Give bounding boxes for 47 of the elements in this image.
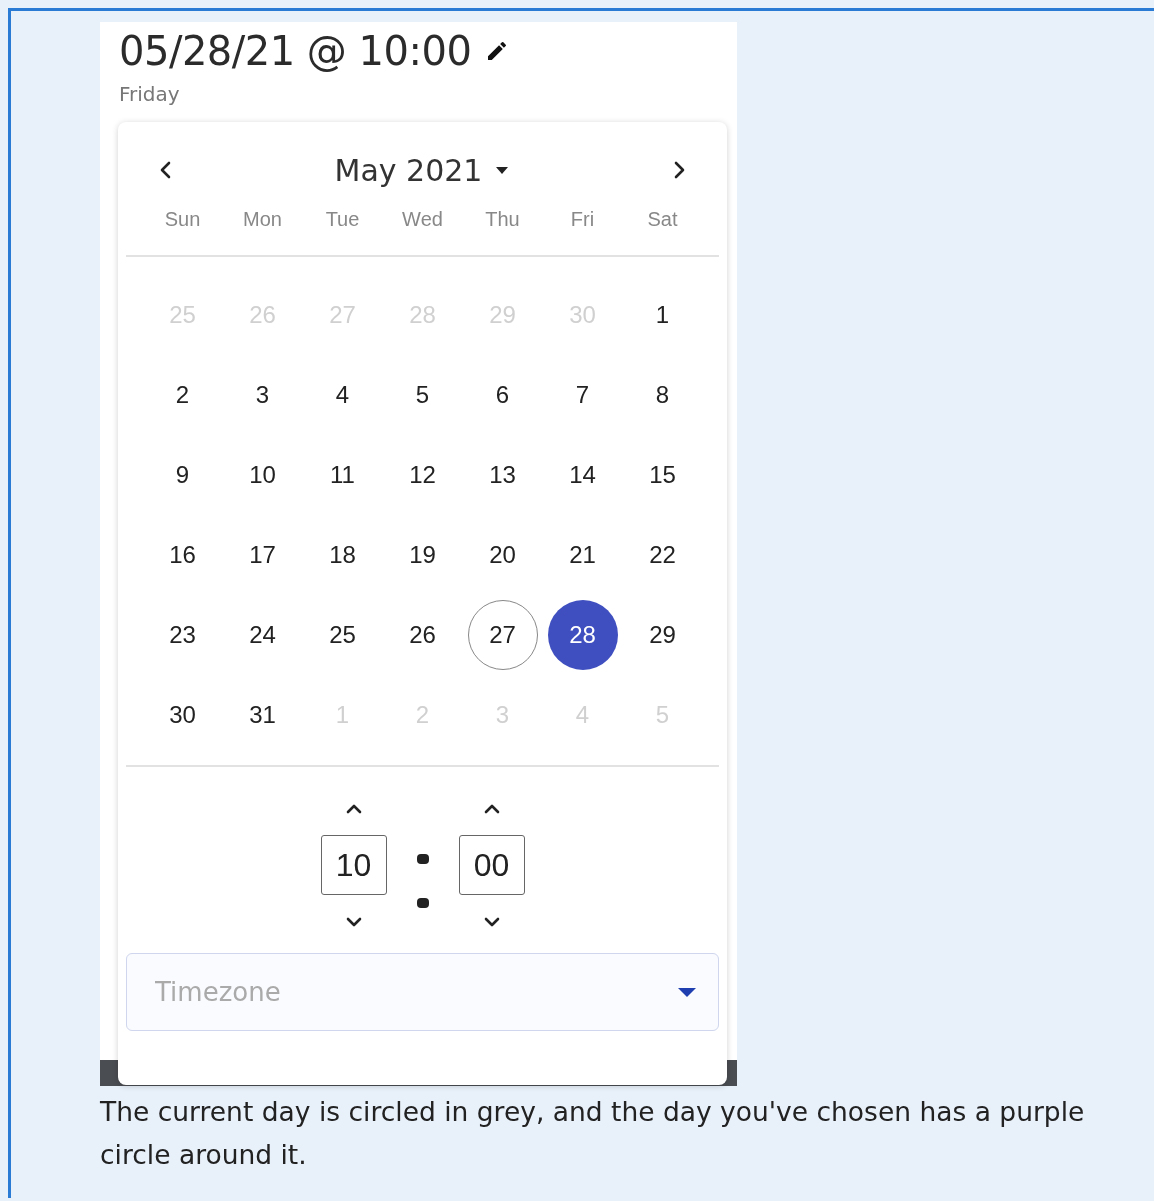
caret-icon bbox=[677, 987, 697, 997]
day-cell[interactable]: 30 bbox=[147, 680, 218, 750]
weekday-header: Sun bbox=[164, 208, 201, 231]
timezone-dropdown[interactable]: Timezone bbox=[126, 953, 719, 1031]
weekday-label: Friday bbox=[119, 82, 180, 106]
day-cell[interactable]: 12 bbox=[387, 440, 458, 510]
day-cell[interactable]: 4 bbox=[307, 360, 378, 430]
day-cell[interactable]: 23 bbox=[147, 600, 218, 670]
caption-text: The current day is circled in grey, and the day you've chosen has a purple circle around it. bbox=[100, 1095, 1086, 1172]
day-cell[interactable]: 25 bbox=[307, 600, 378, 670]
day-cell[interactable]: 20 bbox=[467, 520, 538, 590]
day-cell[interactable]: 22 bbox=[627, 520, 698, 590]
day-cell[interactable]: 19 bbox=[387, 520, 458, 590]
caret-icon bbox=[494, 165, 511, 175]
day-cell[interactable]: 17 bbox=[227, 520, 298, 590]
day-cell[interactable]: 8 bbox=[627, 360, 698, 430]
day-cell[interactable]: 16 bbox=[147, 520, 218, 590]
day-cell[interactable]: 9 bbox=[147, 440, 218, 510]
day-cell[interactable]: 13 bbox=[467, 440, 538, 510]
hour-field[interactable]: 10 bbox=[320, 835, 387, 895]
day-cell[interactable]: 1 bbox=[627, 280, 698, 350]
weekday-header: Sat bbox=[647, 208, 678, 231]
weekday-header: Mon bbox=[243, 208, 282, 231]
date-time-heading: 05/28/21 @ 10:00 bbox=[119, 28, 472, 74]
minute-field[interactable]: 00 bbox=[458, 835, 525, 895]
month-selector[interactable]: May 2021 bbox=[334, 152, 511, 188]
day-cell[interactable]: 2 bbox=[147, 360, 218, 430]
day-cell[interactable]: 26 bbox=[387, 600, 458, 670]
weekday-header: Tue bbox=[325, 208, 360, 231]
day-cell[interactable]: 29 bbox=[627, 600, 698, 670]
day-cell[interactable]: 31 bbox=[227, 680, 298, 750]
day-cell[interactable]: 11 bbox=[307, 440, 378, 510]
weekday-header: Thu bbox=[485, 208, 520, 231]
weekday-header: Wed bbox=[402, 208, 443, 231]
day-cell[interactable]: 10 bbox=[227, 440, 298, 510]
day-cell[interactable]: 15 bbox=[627, 440, 698, 510]
day-cell[interactable]: 7 bbox=[547, 360, 618, 430]
day-cell[interactable]: 28 bbox=[547, 600, 618, 670]
day-cell[interactable]: 6 bbox=[467, 360, 538, 430]
colon-icon bbox=[415, 853, 430, 909]
day-cell[interactable]: 18 bbox=[307, 520, 378, 590]
day-cell[interactable]: 14 bbox=[547, 440, 618, 510]
day-cell[interactable]: 3 bbox=[227, 360, 298, 430]
day-cell[interactable]: 5 bbox=[387, 360, 458, 430]
weekday-header: Fri bbox=[570, 208, 595, 231]
day-cell[interactable]: 21 bbox=[547, 520, 618, 590]
day-cell[interactable]: 24 bbox=[227, 600, 298, 670]
